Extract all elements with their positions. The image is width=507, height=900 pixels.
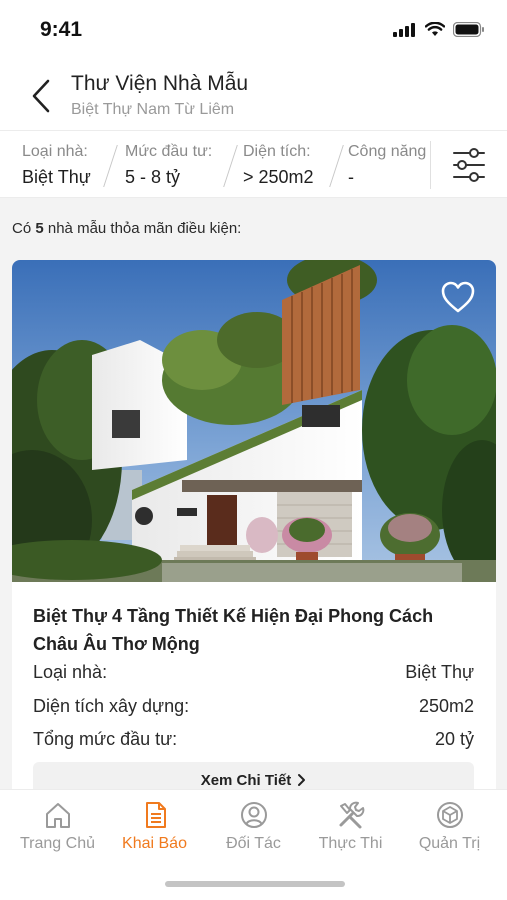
tools-icon — [339, 801, 364, 829]
filter-label: Diện tích: — [243, 143, 311, 160]
filter-house-type[interactable]: Loại nhà: Biệt Thự — [22, 131, 100, 199]
document-icon — [145, 802, 166, 828]
filter-settings-button[interactable] — [449, 145, 489, 185]
house-illustration — [12, 260, 496, 582]
filter-divider — [329, 145, 344, 187]
favorite-button[interactable] — [440, 280, 476, 314]
home-indicator[interactable] — [165, 881, 345, 887]
filter-bar: Loại nhà: Biệt Thự Mức đầu tư: 5 - 8 tỷ … — [0, 130, 507, 198]
filter-label: Mức đầu tư: — [125, 143, 213, 160]
filter-value: - — [348, 167, 354, 187]
nav-item-execution[interactable]: Thực Thi — [300, 800, 401, 860]
heart-outline-icon — [441, 281, 475, 313]
battery-icon — [453, 22, 484, 37]
nav-label: Khai Báo — [122, 835, 187, 852]
nav-item-admin[interactable]: Quản Trị — [399, 800, 500, 860]
status-bar: 9:41 — [0, 0, 507, 60]
info-value: 20 tỷ — [434, 729, 474, 749]
info-label: Diện tích xây dựng: — [33, 696, 190, 716]
filter-value: > 250m2 — [243, 167, 314, 187]
home-icon — [45, 803, 70, 828]
sliders-icon — [453, 148, 485, 182]
cellular-signal-icon — [393, 22, 415, 37]
user-circle-icon — [240, 802, 267, 828]
page-header: Thư Viện Nhà Mẫu Biệt Thự Nam Từ Liêm — [0, 60, 507, 130]
info-row-total-investment: Tổng mức đầu tư: 20 tỷ — [33, 729, 474, 755]
filter-divider — [103, 145, 118, 187]
filter-area[interactable]: Diện tích: > 250m2 — [243, 131, 331, 199]
page-title: Thư Viện Nhà Mẫu — [71, 72, 249, 95]
page-subtitle: Biệt Thự Nam Từ Liêm — [71, 101, 235, 118]
house-photo[interactable] — [12, 260, 496, 582]
filter-investment[interactable]: Mức đầu tư: 5 - 8 tỷ — [125, 131, 223, 199]
status-time: 9:41 — [40, 18, 83, 41]
result-number: 5 — [35, 220, 44, 237]
cube-icon — [436, 802, 463, 828]
filter-label: Công năng: — [348, 143, 427, 160]
filter-label: Loại nhà: — [22, 143, 88, 160]
nav-label: Đối Tác — [226, 835, 281, 852]
view-detail-label: Xem Chi Tiết — [200, 771, 292, 789]
result-prefix: Có — [12, 220, 32, 237]
info-row-house-type: Loại nhà: Biệt Thự — [33, 662, 474, 688]
info-row-build-area: Diện tích xây dựng: 250m2 — [33, 696, 474, 722]
wifi-icon — [425, 22, 445, 36]
info-value: Biệt Thự — [405, 662, 474, 682]
info-value: 250m2 — [418, 696, 474, 716]
house-card[interactable]: Biệt Thự 4 Tầng Thiết Kế Hiện Đại Phong … — [12, 260, 496, 800]
filter-divider — [223, 145, 238, 187]
info-label: Loại nhà: — [33, 662, 108, 682]
result-suffix: nhà mẫu thỏa mãn điều kiện: — [47, 220, 242, 237]
filter-divider — [430, 141, 431, 189]
chevron-left-icon — [32, 79, 50, 113]
status-icons — [393, 22, 485, 37]
nav-item-declare[interactable]: Khai Báo — [104, 800, 205, 860]
filter-function[interactable]: Công năng: - — [348, 131, 427, 199]
chevron-right-icon — [298, 774, 306, 786]
info-label: Tổng mức đầu tư: — [33, 729, 178, 749]
nav-item-home[interactable]: Trang Chủ — [7, 800, 108, 860]
result-count: Có 5 nhà mẫu thỏa mãn điều kiện: — [12, 220, 241, 237]
nav-label: Thực Thi — [318, 835, 383, 852]
back-button[interactable] — [26, 76, 56, 116]
filter-value: 5 - 8 tỷ — [125, 167, 181, 187]
filter-value: Biệt Thự — [22, 167, 91, 187]
nav-item-partners[interactable]: Đối Tác — [203, 800, 304, 860]
house-title[interactable]: Biệt Thự 4 Tầng Thiết Kế Hiện Đại Phong … — [33, 602, 463, 658]
nav-label: Trang Chủ — [20, 835, 95, 852]
nav-label: Quản Trị — [418, 835, 481, 852]
